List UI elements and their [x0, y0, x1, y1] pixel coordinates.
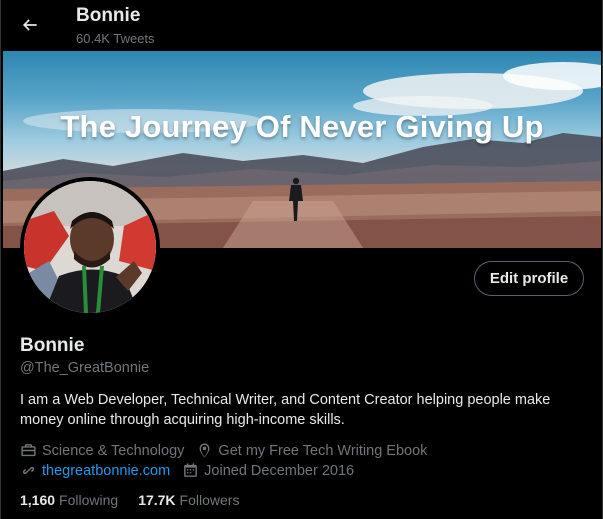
avatar[interactable]: [20, 177, 160, 317]
link-icon: [22, 466, 35, 475]
user-handle: @The_GreatBonnie: [20, 360, 150, 376]
following-link[interactable]: 1,160 Following: [20, 492, 118, 508]
avatar-image: [24, 181, 156, 313]
category-item: Science & Technology: [20, 442, 184, 459]
header-title: Bonnie: [76, 5, 141, 26]
banner-title: The Journey Of Never Giving Up: [60, 109, 544, 144]
joined-label: Joined December 2016: [204, 462, 355, 479]
back-button[interactable]: [13, 8, 47, 42]
display-name: Bonnie: [20, 335, 85, 356]
avatar-photo: [24, 181, 156, 313]
location-label: Get my Free Tech Writing Ebook: [218, 442, 428, 459]
followers-count: 17.7K: [138, 492, 176, 508]
profile-meta-row-1: Science & Technology Get my Free Tech Wr…: [20, 442, 439, 459]
website-item: thegreatbonnie.com: [20, 462, 170, 479]
following-count: 1,160: [20, 492, 56, 508]
location-item: Get my Free Tech Writing Ebook: [196, 442, 427, 459]
location-pin-icon: [199, 443, 210, 458]
briefcase-icon: [21, 444, 36, 457]
top-header: Bonnie 60.4K Tweets: [1, 0, 602, 50]
following-label: Following: [59, 492, 119, 508]
followers-label: Followers: [179, 492, 240, 508]
calendar-icon: [184, 463, 198, 477]
edit-profile-button[interactable]: Edit profile: [474, 261, 584, 296]
category-label: Science & Technology: [42, 442, 185, 459]
website-link[interactable]: thegreatbonnie.com: [42, 463, 170, 479]
arrow-left-icon: [22, 19, 37, 31]
bio: I am a Web Developer, Technical Writer, …: [20, 392, 551, 428]
follow-stats: 1,160 Following 17.7K Followers: [20, 492, 259, 508]
joined-item: Joined December 2016: [182, 462, 354, 479]
followers-link[interactable]: 17.7K Followers: [138, 492, 239, 508]
profile-meta-row-2: thegreatbonnie.com Joined December 2016: [20, 462, 366, 479]
tweet-count: 60.4K Tweets: [76, 31, 155, 46]
profile-page: Bonnie 60.4K Tweets The Journey Of Never…: [0, 0, 603, 519]
